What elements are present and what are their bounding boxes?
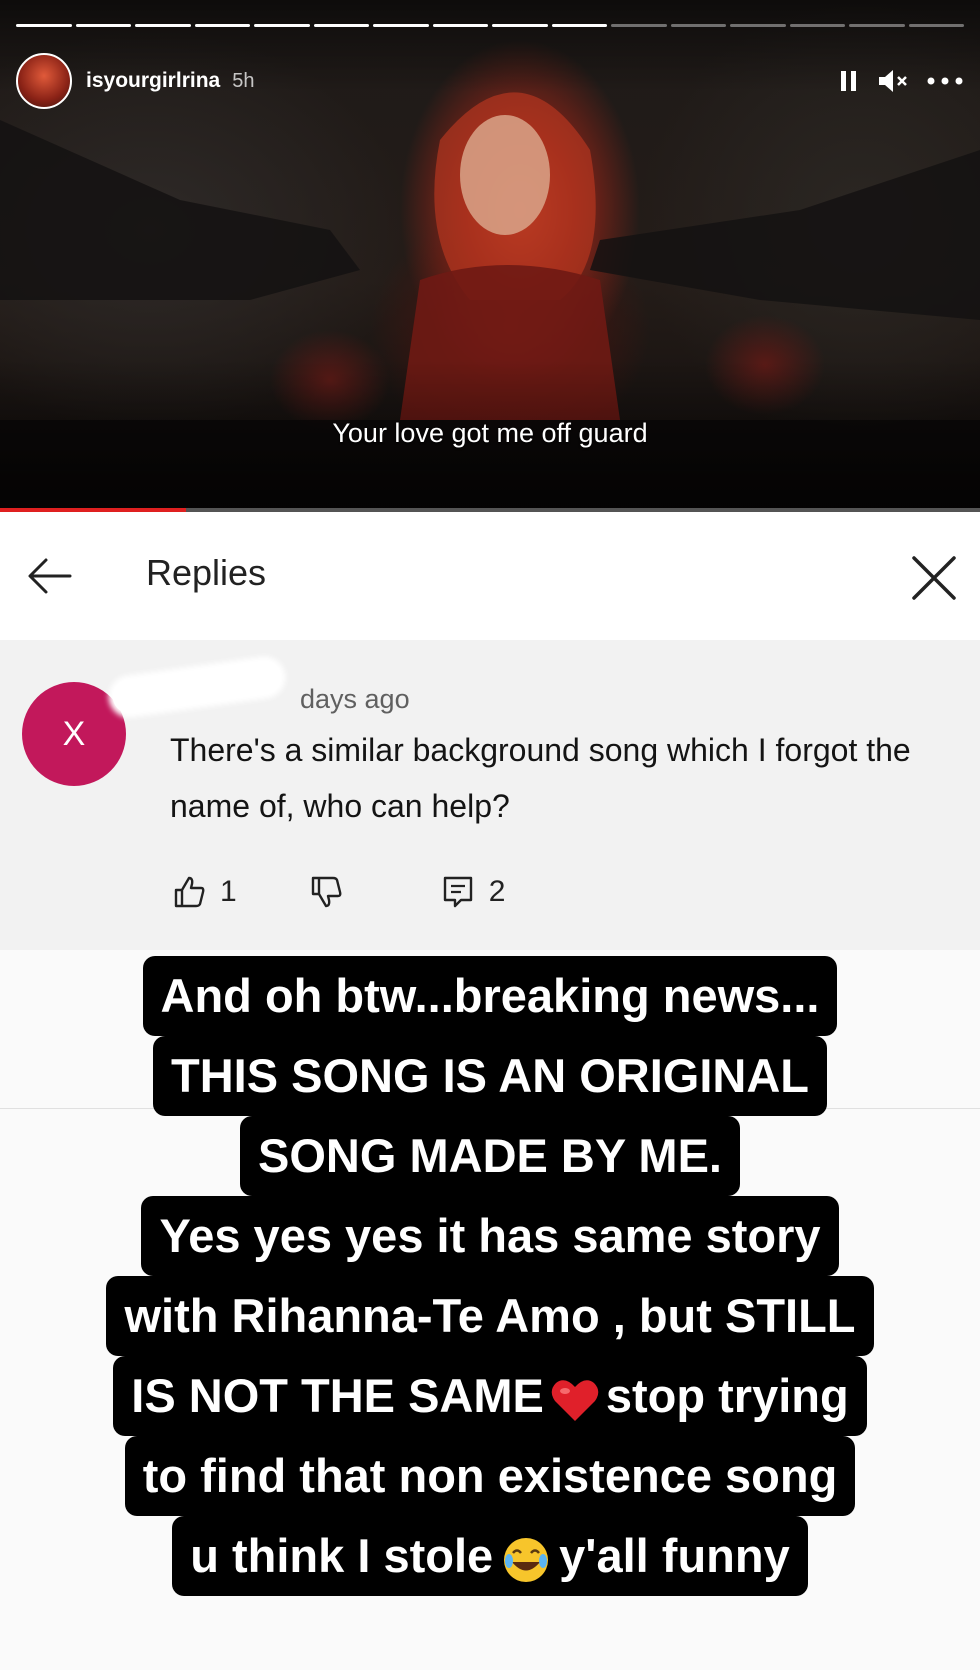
progress-segment	[492, 24, 548, 27]
red-heart-emoji	[551, 1379, 599, 1421]
comment-card: X days ago There's a similar background …	[0, 640, 980, 950]
caption-line: And oh btw...breaking news...	[142, 956, 838, 1036]
thumbs-up-icon	[174, 876, 205, 908]
caption-text: to find that non existence song	[142, 1449, 838, 1502]
caption-line: u think I stole y'all funny	[172, 1516, 808, 1596]
video-subtitle: Your love got me off guard	[0, 418, 980, 449]
caption-text: u think I stole	[190, 1529, 494, 1582]
comment-time: days ago	[300, 684, 410, 714]
progress-segment	[254, 24, 310, 27]
caption-text: y'all funny	[559, 1529, 790, 1582]
caption-text: IS NOT THE SAME	[131, 1369, 544, 1422]
progress-segment	[551, 24, 607, 27]
story-controls	[838, 67, 964, 95]
close-icon[interactable]	[904, 548, 964, 608]
progress-segment	[730, 24, 786, 27]
dislike-button[interactable]	[309, 874, 345, 910]
progress-segment	[670, 24, 726, 27]
progress-segment	[789, 24, 845, 27]
progress-segment	[432, 24, 488, 27]
caption-line: to find that non existence song	[124, 1436, 856, 1516]
back-arrow-icon[interactable]	[24, 548, 80, 604]
progress-segment	[849, 24, 905, 27]
like-button[interactable]: 1	[172, 874, 237, 910]
redacted-username	[110, 658, 284, 716]
subtitle-text: Your love got me off guard	[332, 418, 648, 448]
more-icon[interactable]	[926, 76, 964, 86]
like-count: 1	[220, 875, 237, 908]
story-caption: And oh btw...breaking news... THIS SONG …	[0, 956, 980, 1596]
user-avatar[interactable]	[16, 53, 72, 109]
progress-segment	[611, 24, 667, 27]
thumbs-down-icon	[311, 876, 342, 908]
caption-text: And oh btw...breaking news...	[160, 969, 820, 1022]
caption-text: Yes yes yes it has same story	[159, 1209, 821, 1262]
post-time: 5h	[232, 69, 255, 92]
progress-segment	[373, 24, 429, 27]
progress-segment	[908, 24, 964, 27]
caption-text: with Rihanna-Te Amo , but STILL	[124, 1289, 856, 1342]
avatar-letter: X	[62, 714, 86, 753]
laughing-emoji	[504, 1537, 549, 1582]
username[interactable]: isyourgirlrina	[86, 69, 220, 93]
caption-line: SONG MADE BY ME.	[240, 1116, 740, 1196]
reply-count: 2	[488, 875, 506, 908]
caption-line: Yes yes yes it has same story	[141, 1196, 839, 1276]
caption-line: IS NOT THE SAME stop trying	[113, 1356, 867, 1436]
progress-segment	[16, 24, 72, 27]
story-progress-bar	[16, 24, 964, 27]
story-video[interactable]: isyourgirlrina 5h Your love got me off g…	[0, 0, 980, 512]
comment-actions: 1 2	[172, 870, 505, 914]
comment-text: There's a similar background song which …	[170, 732, 911, 824]
reply-icon	[443, 876, 472, 908]
caption-text: THIS SONG IS AN ORIGINAL	[170, 1049, 809, 1102]
caption-line: with Rihanna-Te Amo , but STILL	[106, 1276, 874, 1356]
commenter-avatar[interactable]: X	[22, 682, 126, 786]
story-header: isyourgirlrina 5h	[16, 52, 964, 110]
caption-line: THIS SONG IS AN ORIGINAL	[152, 1036, 827, 1116]
replies-header: Replies	[0, 512, 980, 640]
progress-segment	[75, 24, 131, 27]
reply-button[interactable]: 2	[441, 874, 506, 910]
mute-icon[interactable]	[876, 67, 910, 95]
progress-segment	[194, 24, 250, 27]
caption-text: SONG MADE BY ME.	[258, 1129, 722, 1182]
progress-segment	[313, 24, 369, 27]
replies-title: Replies	[146, 552, 267, 593]
pause-icon[interactable]	[838, 68, 860, 94]
progress-segment	[135, 24, 191, 27]
caption-text: stop trying	[605, 1369, 849, 1422]
